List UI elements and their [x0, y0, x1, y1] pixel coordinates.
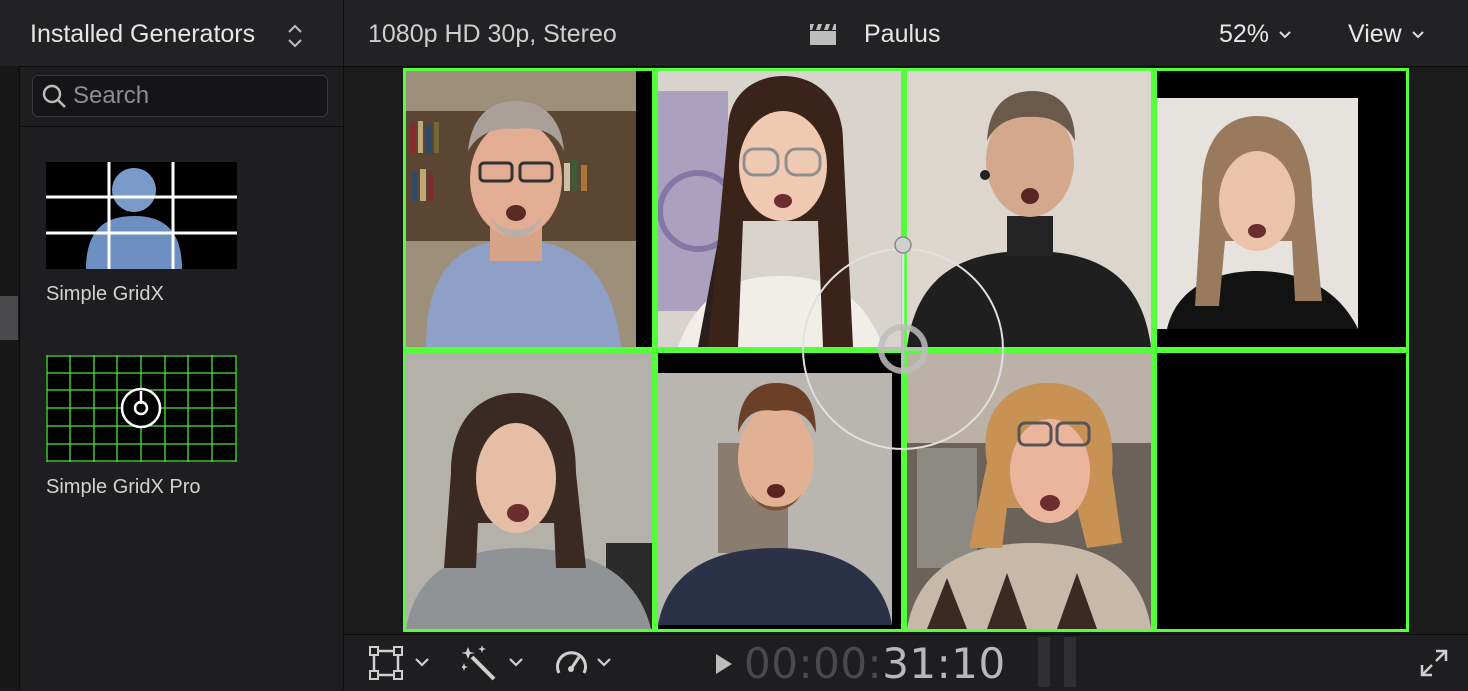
silhouette-grid-icon	[46, 162, 237, 269]
timecode-lit: 31:10	[882, 639, 1006, 688]
viewer-transport-bar: 00:00:31:10	[344, 634, 1468, 691]
generator-simple-gridx[interactable]: Simple GridX	[46, 162, 246, 306]
grid-vertical-line-1	[652, 68, 658, 632]
rotation-onscreen-control-icon[interactable]	[798, 236, 1008, 456]
video-cell-1[interactable]	[406, 71, 652, 347]
viewer-header: 1080p HD 30p, Stereo Paulus 52% View	[344, 0, 1468, 67]
video-frame[interactable]	[403, 68, 1409, 632]
timecode-dim: 00:00:	[744, 639, 883, 688]
video-cell-8-empty[interactable]	[1157, 353, 1406, 629]
generator-label: Simple GridX	[46, 283, 164, 305]
chevron-down-icon	[1412, 31, 1424, 39]
audio-meter-right	[1064, 637, 1076, 687]
view-menu[interactable]: View	[1348, 20, 1424, 49]
search-field[interactable]	[32, 75, 328, 117]
chevron-down-icon	[1279, 31, 1291, 39]
audio-meter-left	[1038, 637, 1050, 687]
fullscreen-icon[interactable]	[1420, 649, 1448, 677]
play-icon[interactable]	[714, 653, 734, 675]
enhance-wand-icon[interactable]	[462, 645, 532, 681]
timecode-display: 00:00:31:10	[744, 639, 1006, 688]
zoom-menu[interactable]: 52%	[1219, 20, 1291, 49]
format-label: 1080p HD 30p, Stereo	[368, 20, 617, 48]
video-cell-4[interactable]	[1157, 71, 1406, 347]
project-name: Paulus	[864, 20, 941, 48]
sidebar-header: Installed Generators	[0, 0, 343, 67]
retime-speed-icon[interactable]	[554, 645, 624, 681]
search-input[interactable]	[71, 81, 315, 111]
search-area	[20, 66, 343, 127]
video-cell-5[interactable]	[406, 353, 652, 629]
clapperboard-icon	[810, 24, 836, 45]
view-menu-label: View	[1348, 20, 1402, 48]
search-icon	[42, 84, 66, 108]
zoom-value: 52%	[1219, 20, 1270, 48]
generators-sidebar: Installed Generators Search Simple GridX…	[0, 0, 344, 690]
sidebar-rail-tab[interactable]	[0, 296, 18, 340]
viewer-canvas[interactable]	[344, 67, 1468, 634]
person-woman	[1157, 71, 1406, 347]
grid-vertical-line-3	[1151, 68, 1157, 632]
generator-simple-gridx-pro[interactable]: Simple GridX Pro	[46, 355, 246, 499]
green-grid-target-icon	[46, 355, 237, 462]
generator-label: Simple GridX Pro	[46, 476, 201, 498]
sidebar-rail	[0, 66, 20, 690]
person-woman-hoodie	[406, 353, 652, 629]
up-down-chevron-icon[interactable]	[286, 22, 304, 50]
transform-tool-icon[interactable]	[368, 645, 436, 681]
generators-menu-title[interactable]: Installed Generators	[30, 20, 255, 49]
person-man-glasses	[406, 71, 652, 347]
